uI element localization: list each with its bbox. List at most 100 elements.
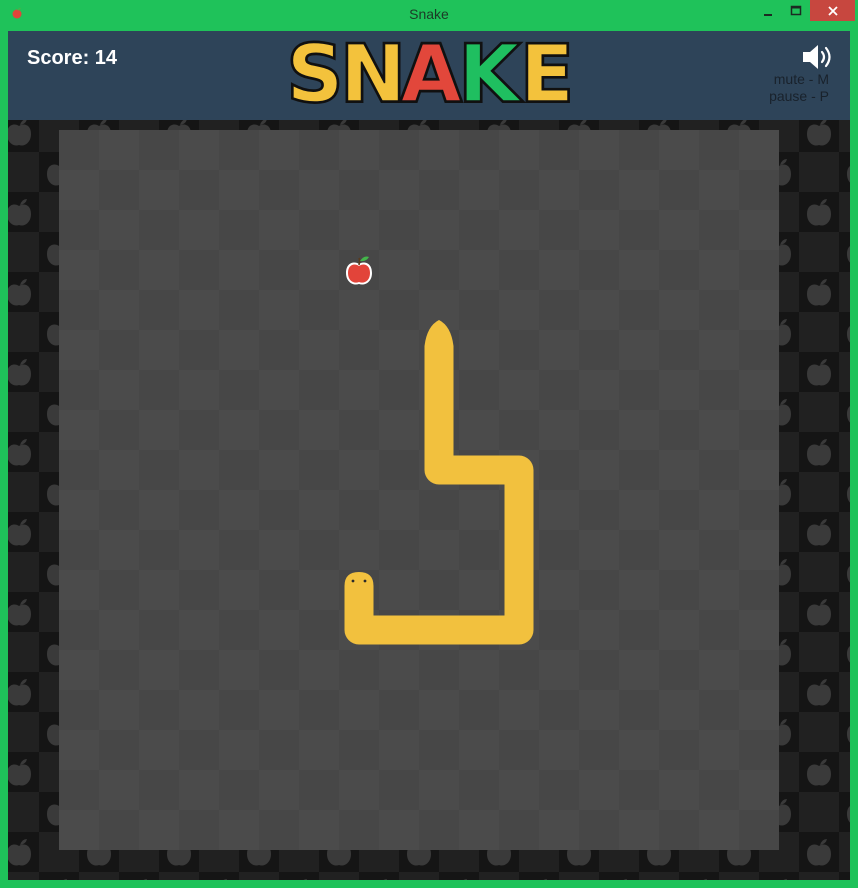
field-tile [299,290,339,330]
field-tile [499,650,539,690]
field-tile [619,370,659,410]
field-tile [419,490,459,530]
field-tile [739,170,779,210]
field-tile [739,250,779,290]
border-tile [799,312,839,352]
field-tile [259,330,299,370]
field-tile [139,210,179,250]
field-tile [219,290,259,330]
field-tile [99,490,139,530]
field-tile [419,170,459,210]
border-tile [479,872,519,880]
field-tile [579,170,619,210]
minimize-icon [764,13,772,16]
border-tile [799,552,839,592]
field-tile [99,170,139,210]
field-tile [299,530,339,570]
field-tile [499,250,539,290]
field-tile [99,250,139,290]
close-button[interactable] [810,0,855,21]
field-tile [539,370,579,410]
logo-letter-inline: N [340,33,405,113]
title-bar[interactable]: Snake [0,0,858,30]
field-tile [219,210,259,250]
field-tile [259,570,299,610]
snake-logo: SSNNAAKK EE [285,33,576,113]
field-tile [419,570,459,610]
field-tile [59,210,99,250]
field-tile [579,250,619,290]
field-tile [739,490,779,530]
field-tile [619,450,659,490]
field-tile [579,570,619,610]
field-tile [139,610,179,650]
field-tile [579,490,619,530]
field-tile [739,730,779,770]
game-header: Score: 14 SSNNAAKKEE mute - M pause - P [8,31,850,120]
field-tile [619,530,659,570]
field-tile [179,410,219,450]
field-tile [259,810,299,850]
field-tile [699,370,739,410]
game-window: Snake Score: 14 SSNNAAKKEE mute - M paus… [0,0,858,888]
minimize-button[interactable] [752,0,784,21]
field-tile [659,730,699,770]
field-tile [219,690,259,730]
field-tile [699,690,739,730]
field-tile [739,410,779,450]
field-tile [619,210,659,250]
field-tile [99,730,139,770]
field-tile [179,490,219,530]
border-tile [439,872,479,880]
field-tile [459,130,499,170]
field-tile [259,730,299,770]
border-tile [839,272,850,312]
field-tile [339,170,379,210]
field-tile [499,730,539,770]
maximize-button[interactable] [782,0,810,21]
field-tile [259,490,299,530]
field-tile [619,130,659,170]
field-tile [59,290,99,330]
border-tile [839,192,850,232]
border-tile [359,872,399,880]
window-title: Snake [409,6,449,22]
border-tile [799,632,839,672]
field-tile [579,410,619,450]
field-tile [59,770,99,810]
border-tile [839,672,850,712]
field-tile [259,410,299,450]
field-tile [339,810,379,850]
field-tile [219,770,259,810]
field-tile [659,650,699,690]
field-tile [659,170,699,210]
field-tile [179,650,219,690]
border-tile [8,312,39,352]
field-tile [739,650,779,690]
border-tile [559,872,599,880]
field-tile [539,530,579,570]
field-tile [379,450,419,490]
field-tile [459,690,499,730]
border-tile [239,872,279,880]
border-tile [519,872,559,880]
logo-letter-inline: A [401,33,461,113]
field-tile [499,810,539,850]
game-board[interactable] [8,120,850,880]
speaker-on-icon[interactable] [802,44,836,70]
logo-letter-inline: S [287,33,343,113]
border-tile [159,872,199,880]
field-tile [699,210,739,250]
field-tile [459,210,499,250]
field-tile [219,130,259,170]
field-tile [739,330,779,370]
field-tile [99,650,139,690]
field-tile [139,130,179,170]
field-tile [539,610,579,650]
field-tile [139,450,179,490]
field-tile [179,730,219,770]
border-tile [799,392,839,432]
field-tile [419,730,459,770]
border-tile [399,872,439,880]
border-tile [839,872,850,880]
